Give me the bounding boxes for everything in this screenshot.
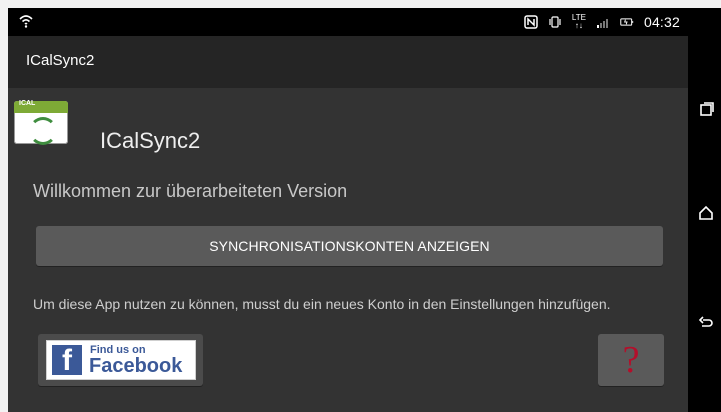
battery-icon (620, 18, 634, 26)
logo-label: ICAL (19, 100, 36, 107)
app-name-heading: ICalSync2 (100, 128, 201, 153)
facebook-button[interactable]: f Find us on Facebook (38, 334, 203, 386)
lte-arrows-icon: ↑↓ (574, 21, 583, 30)
add-account-info: Um diese App nutzen zu können, musst du … (33, 296, 611, 312)
android-screen: LTE ↑↓ 04:32 ICalSync2 ICAL ICalSync2 Wi… (8, 8, 721, 412)
facebook-icon: f (52, 345, 82, 377)
signal-icon (596, 19, 608, 28)
vibrate-icon (549, 16, 561, 28)
welcome-text: Willkommen zur überarbeiteten Version (33, 181, 348, 201)
home-button[interactable] (698, 205, 714, 221)
app-bar: ICalSync2 (8, 36, 688, 88)
status-icons: LTE ↑↓ 04:32 (524, 12, 680, 32)
facebook-label: Facebook (89, 355, 183, 377)
help-button[interactable]: ? (598, 334, 664, 386)
recents-button[interactable] (698, 101, 714, 117)
sync-icon (29, 117, 57, 145)
logo-header: ICAL (14, 100, 68, 113)
main-content: ICAL ICalSync2 Willkommen zur überarbeit… (8, 88, 688, 412)
help-icon: ? (622, 339, 640, 381)
status-bar: LTE ↑↓ 04:32 (8, 8, 688, 36)
show-sync-accounts-button[interactable]: SYNCHRONISATIONSKONTEN ANZEIGEN (36, 226, 663, 266)
app-bar-title: ICalSync2 (26, 52, 95, 69)
back-button[interactable] (698, 315, 714, 331)
status-time: 04:32 (643, 14, 680, 30)
facebook-badge: f Find us on Facebook (46, 340, 196, 380)
lte-icon: LTE ↑↓ (572, 14, 586, 30)
nfc-icon (524, 15, 538, 29)
wifi-icon (19, 15, 33, 28)
navigation-bar (688, 8, 721, 412)
app-logo: ICAL (14, 100, 68, 145)
